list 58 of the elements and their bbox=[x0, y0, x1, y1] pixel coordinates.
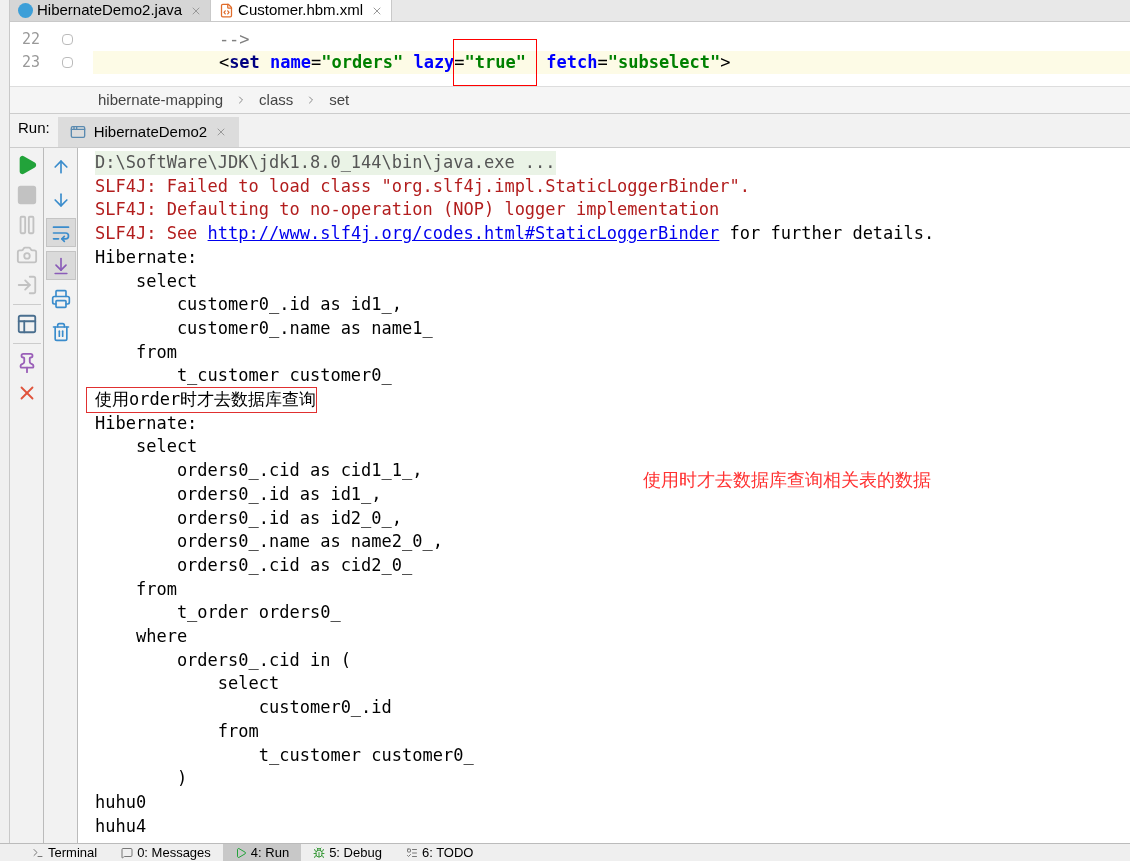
console-line: SLF4J: Defaulting to no-operation (NOP) logger implementation bbox=[95, 198, 720, 222]
console-line: t_order orders0_ bbox=[175, 601, 342, 625]
console-line: 使用order时才去数据库查询 bbox=[87, 388, 317, 412]
console-line: customer0_.id as id1_, bbox=[175, 293, 403, 317]
window-icon bbox=[69, 124, 86, 140]
editor-tab[interactable]: Customer.hbm.xml bbox=[211, 0, 393, 21]
console-line: from bbox=[134, 577, 177, 601]
tool-window-tab[interactable]: 6: TODO bbox=[393, 844, 486, 861]
console-line: Hibernate: bbox=[95, 245, 199, 269]
console-line: where bbox=[134, 625, 188, 649]
console-line: SLF4J: Failed to load class "org.slf4j.impl.StaticLoggerBinder". bbox=[95, 174, 751, 198]
tool-window-tab[interactable]: Terminal bbox=[20, 844, 110, 861]
console-line: select bbox=[134, 435, 198, 459]
console-line: from bbox=[216, 719, 259, 743]
console-line: ) bbox=[175, 767, 188, 791]
console-line: customer0_.id bbox=[257, 696, 393, 720]
breadcrumb-item[interactable]: hibernate-mapping bbox=[98, 88, 224, 112]
link[interactable]: http://www.slf4j.org/codes.html#StaticLoggerBinder bbox=[207, 223, 720, 244]
wrap-text-icon[interactable] bbox=[45, 218, 76, 247]
line-number: 23 bbox=[21, 52, 42, 74]
fold-icon[interactable] bbox=[62, 34, 73, 45]
todo-icon bbox=[405, 846, 418, 859]
run-tab[interactable]: HibernateDemo2 bbox=[57, 117, 240, 147]
layout-icon[interactable] bbox=[15, 313, 38, 335]
terminal-icon bbox=[32, 846, 44, 859]
xml-file-icon bbox=[219, 3, 235, 18]
console-line: huhu0 bbox=[95, 791, 147, 814]
console-line: t_customer customer0_ bbox=[175, 364, 392, 388]
console-line: customer0_.name as name1_ bbox=[175, 316, 434, 340]
console-line: select bbox=[134, 269, 198, 293]
scroll-to-end-icon[interactable] bbox=[45, 251, 76, 280]
line-number: 22 bbox=[21, 29, 42, 51]
console-line: SLF4J: See http://www.slf4j.org/codes.html#StaticLoggerBinder for further details. bbox=[95, 222, 936, 246]
console-line: t_customer customer0_ bbox=[257, 743, 474, 767]
console-line: orders0_.id as id1_, bbox=[175, 482, 382, 506]
messages-icon bbox=[121, 846, 134, 859]
tool-window-tab[interactable]: 5: Debug bbox=[301, 844, 394, 861]
code-line: --> bbox=[217, 28, 251, 51]
class-file-icon bbox=[18, 3, 33, 18]
console-line: select bbox=[216, 672, 280, 696]
breadcrumb-item[interactable]: set bbox=[329, 88, 350, 112]
console-line: orders0_.id as id2_0_, bbox=[175, 506, 403, 530]
run-icon bbox=[234, 846, 247, 859]
fold-icon[interactable] bbox=[62, 57, 73, 68]
console-line: orders0_.cid in ( bbox=[175, 648, 351, 672]
console-line: Hibernate: bbox=[95, 411, 199, 435]
console-line: orders0_.name as name2_0_, bbox=[175, 530, 443, 554]
debug-icon bbox=[313, 846, 326, 859]
tool-window-tab[interactable]: 0: Messages bbox=[109, 844, 223, 861]
console-line: orders0_.cid as cid1_1_, bbox=[175, 459, 423, 483]
annotation-text: 使用时才去数据库查询相关表的数据 bbox=[643, 468, 931, 492]
editor-tab[interactable]: HibernateDemo2.java bbox=[10, 0, 212, 21]
console-line: huhu4 bbox=[95, 814, 147, 838]
tool-window-tab[interactable]: 4: Run bbox=[222, 844, 302, 861]
run-label: Run: bbox=[17, 117, 51, 138]
console-line: orders0_.cid as cid2_0_ bbox=[175, 553, 414, 577]
breadcrumb-item[interactable]: class bbox=[259, 88, 294, 112]
console-line: from bbox=[134, 340, 177, 364]
